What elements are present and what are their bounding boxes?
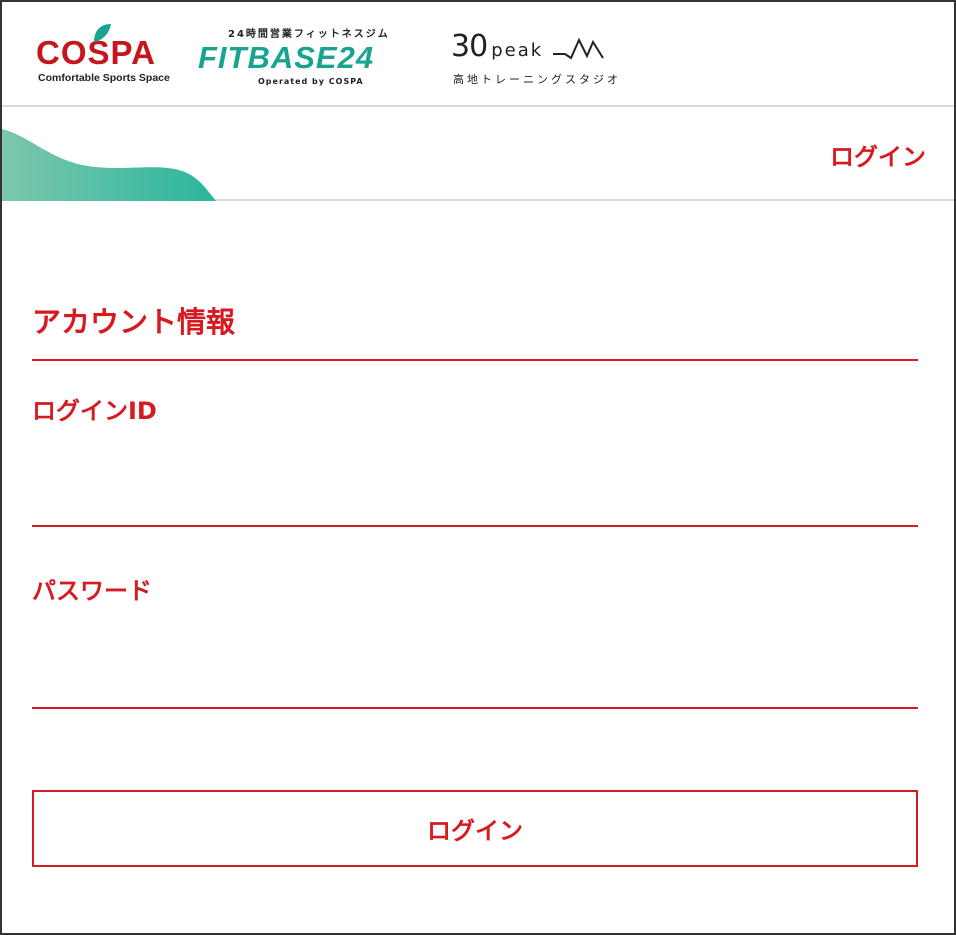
login-id-underline bbox=[32, 525, 918, 527]
peak-logo[interactable]: 30 peak 高地トレーニングスタジオ bbox=[451, 32, 621, 92]
login-button[interactable]: ログイン bbox=[32, 790, 918, 867]
page-frame: COSPA Comfortable Sports Space 24時間営業フィッ… bbox=[0, 0, 956, 935]
section-divider bbox=[32, 359, 918, 361]
fitbase-caption: 24時間営業フィットネスジム bbox=[228, 29, 390, 40]
header-login-link[interactable]: ログイン bbox=[830, 145, 926, 169]
peak-subtitle: 高地トレーニングスタジオ bbox=[453, 73, 621, 86]
cospa-logo[interactable]: COSPA Comfortable Sports Space bbox=[36, 22, 170, 92]
cospa-tagline: Comfortable Sports Space bbox=[38, 72, 170, 84]
password-label: パスワード bbox=[32, 577, 152, 605]
login-id-input[interactable] bbox=[32, 468, 918, 524]
wave-icon bbox=[2, 129, 216, 201]
password-underline bbox=[32, 707, 918, 709]
brand-logo-bar: COSPA Comfortable Sports Space 24時間営業フィッ… bbox=[2, 2, 954, 107]
login-id-label: ログインID bbox=[32, 397, 157, 425]
peak-logo-text: 30 peak bbox=[451, 32, 543, 62]
password-input[interactable] bbox=[32, 651, 918, 707]
heartbeat-icon bbox=[553, 37, 604, 60]
section-title: アカウント情報 bbox=[32, 305, 236, 339]
fitbase-logo[interactable]: 24時間営業フィットネスジム FITBASE24 Operated by COS… bbox=[198, 30, 418, 92]
fitbase-operated: Operated by COSPA bbox=[258, 77, 364, 86]
peak-number: 30 bbox=[451, 29, 488, 64]
fitbase-logo-text: FITBASE24 bbox=[198, 40, 375, 75]
peak-word: peak bbox=[491, 40, 544, 61]
leaf-icon bbox=[94, 24, 111, 42]
nav-bar: ログイン bbox=[2, 109, 954, 201]
